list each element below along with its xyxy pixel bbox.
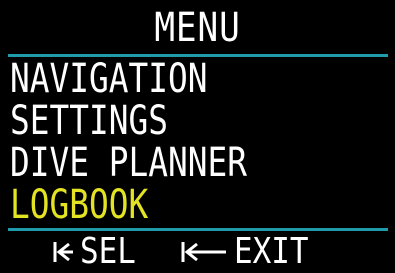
main-menu-list: NAVIGATION SETTINGS DIVE PLANNER LOGBOOK (10, 58, 390, 226)
exit-hint[interactable]: EXIT (180, 232, 321, 272)
footer-divider (8, 228, 388, 231)
menu-item-dive-planner[interactable]: DIVE PLANNER (10, 142, 322, 184)
page-title: MENU (154, 5, 241, 51)
select-label: SEL (80, 231, 136, 272)
menu-item-settings[interactable]: SETTINGS (10, 100, 322, 142)
short-press-arrow-icon (53, 242, 73, 262)
select-hint[interactable]: SEL (52, 232, 145, 272)
menu-item-logbook[interactable]: LOGBOOK (10, 184, 322, 226)
long-press-arrow-icon (181, 242, 226, 262)
exit-label: EXIT (234, 231, 309, 272)
menu-item-navigation[interactable]: NAVIGATION (10, 58, 322, 100)
button-hint-bar: SEL EXIT (0, 232, 395, 272)
dive-computer-screen: MENU NAVIGATION SETTINGS DIVE PLANNER LO… (0, 0, 395, 273)
